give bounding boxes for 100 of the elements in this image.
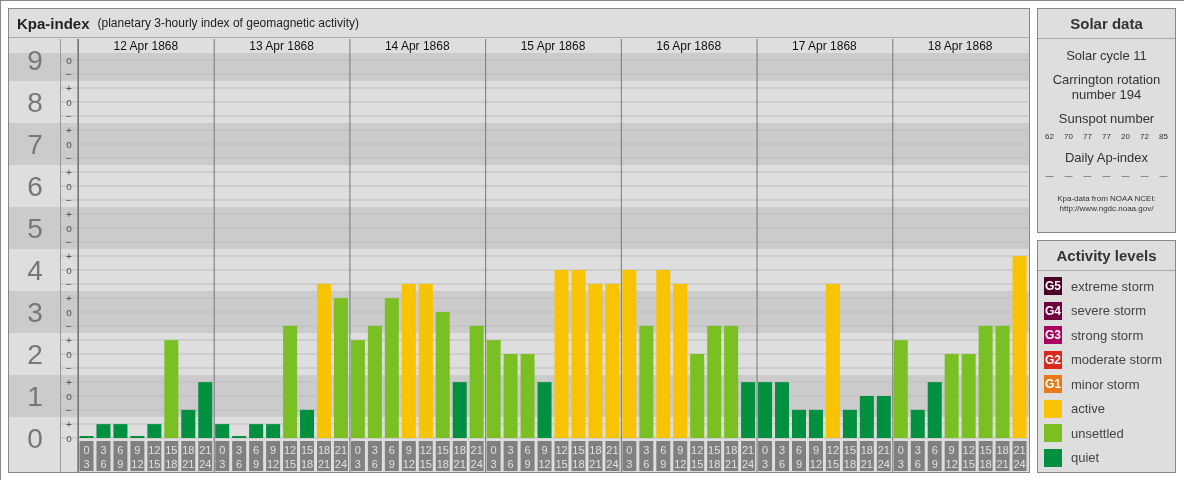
time-slot-label: 6 9 bbox=[792, 441, 806, 471]
bar bbox=[266, 424, 281, 438]
time-slot-label: 15 18 bbox=[707, 441, 722, 471]
axis-label: 6 bbox=[27, 171, 43, 202]
axis-tick-label: − bbox=[66, 404, 72, 416]
axis-tick-label: o bbox=[66, 306, 72, 318]
time-slot-label: 21 24 bbox=[876, 441, 891, 471]
bar bbox=[741, 382, 756, 438]
time-slot-label: 21 24 bbox=[333, 441, 348, 471]
axis-tick-label: + bbox=[66, 292, 72, 304]
time-slot-label: 12 15 bbox=[554, 441, 569, 471]
time-slot-label: 3 6 bbox=[367, 441, 382, 471]
ap-index-heading: Daily Ap-index bbox=[1063, 150, 1150, 165]
time-slot-label: 12 15 bbox=[825, 441, 840, 471]
time-slot-label: 9 12 bbox=[673, 441, 688, 471]
axis-tick-label: − bbox=[66, 68, 72, 80]
time-slot-label: 3 6 bbox=[639, 441, 654, 471]
bar bbox=[775, 382, 790, 438]
time-slot-label: 0 3 bbox=[215, 441, 230, 471]
time-slot-label: 6 9 bbox=[249, 441, 264, 471]
chart-subtitle: (planetary 3-hourly index of geomagnetic activity) bbox=[97, 16, 359, 30]
time-slot-label: 21 24 bbox=[1012, 441, 1027, 471]
date-label: 16 Apr 1868 bbox=[656, 39, 722, 53]
axis-label: 1 bbox=[27, 381, 43, 412]
time-slot-label: 18 21 bbox=[995, 441, 1010, 471]
axis-tick-label: + bbox=[66, 82, 72, 94]
axis-tick-label: + bbox=[66, 250, 72, 262]
date-label: 18 Apr 1868 bbox=[927, 39, 993, 53]
date-label: 17 Apr 1868 bbox=[792, 39, 857, 53]
bar bbox=[96, 424, 111, 438]
sunspot-value: 62 bbox=[1045, 132, 1054, 141]
time-slot-label: 9 12 bbox=[266, 441, 281, 471]
level-badge: G3 bbox=[1044, 326, 1062, 344]
time-slot-label: 9 12 bbox=[130, 441, 145, 471]
time-slot-label: 15 18 bbox=[435, 441, 450, 471]
time-slot-label: 0 3 bbox=[486, 441, 501, 471]
axis-tick-label: o bbox=[66, 96, 72, 108]
ap-index-value: — bbox=[1064, 171, 1073, 180]
axis-label: 3 bbox=[27, 297, 43, 328]
zero-mark bbox=[231, 436, 248, 438]
date-label: 15 Apr 1868 bbox=[520, 39, 586, 53]
axis-tick-label: o bbox=[66, 390, 72, 402]
zero-mark bbox=[78, 436, 95, 438]
time-slot-label: 18 21 bbox=[859, 441, 874, 471]
time-slot-label: 21 24 bbox=[198, 441, 213, 471]
time-slot-label: 18 21 bbox=[181, 441, 196, 471]
axis-tick-label: o bbox=[66, 348, 72, 360]
axis-tick-label: o bbox=[66, 138, 72, 150]
time-slot-label: 0 3 bbox=[758, 441, 773, 471]
sunspot-value: 85 bbox=[1159, 132, 1168, 141]
axis-tick-label: + bbox=[66, 124, 72, 136]
bar bbox=[249, 424, 264, 438]
level-badge: G5 bbox=[1044, 277, 1062, 295]
bar bbox=[113, 424, 128, 438]
level-badge: G2 bbox=[1044, 350, 1062, 369]
axis-tick-label: + bbox=[66, 208, 72, 220]
axis-label: 8 bbox=[27, 87, 43, 118]
solar-cycle: Solar cycle 11 bbox=[1065, 48, 1148, 63]
axis-label: 0 bbox=[27, 423, 43, 454]
bar bbox=[842, 409, 857, 438]
zero-mark bbox=[129, 436, 146, 438]
legend-label: quiet bbox=[1071, 450, 1100, 465]
time-slot-label: 21 24 bbox=[469, 441, 484, 471]
bar bbox=[215, 424, 230, 438]
ap-index-value: — bbox=[1140, 171, 1149, 180]
time-slot-label: 9 12 bbox=[537, 441, 552, 471]
data-source-url: http://www.ngdc.noaa.gov/ bbox=[1058, 204, 1155, 214]
time-slot-label: 3 6 bbox=[232, 441, 247, 471]
axis-tick-label: − bbox=[66, 194, 72, 206]
time-slot-label: 9 12 bbox=[944, 441, 959, 471]
legend-label: moderate storm bbox=[1071, 352, 1163, 367]
time-slot-label: 0 3 bbox=[79, 441, 94, 471]
time-slot-label: 15 18 bbox=[300, 441, 315, 471]
level-badge: G1 bbox=[1044, 375, 1062, 393]
time-slot-label: 21 24 bbox=[605, 441, 620, 471]
axis-tick-label: o bbox=[66, 180, 72, 192]
time-slot-label: 3 6 bbox=[96, 441, 111, 471]
axis-label: 5 bbox=[27, 213, 43, 244]
time-slot-label: 12 15 bbox=[961, 441, 976, 471]
axis-tick-label: + bbox=[66, 334, 72, 346]
bar bbox=[927, 382, 942, 438]
axis-label: 4 bbox=[27, 255, 43, 286]
time-slot-label: 0 3 bbox=[350, 441, 365, 471]
axis-tick-label: + bbox=[66, 418, 72, 430]
date-label: 12 Apr 1868 bbox=[113, 39, 179, 53]
time-slot-label: 21 24 bbox=[741, 441, 756, 471]
time-slot-label: 18 21 bbox=[452, 441, 467, 471]
bar bbox=[181, 409, 196, 438]
carrington-rotation: Carrington rotation number 194 bbox=[1051, 72, 1162, 102]
time-slot-label: 18 21 bbox=[724, 441, 739, 471]
ap-index-value: — bbox=[1045, 171, 1054, 180]
time-slot-label: 12 15 bbox=[690, 441, 705, 471]
sunspot-value: 77 bbox=[1083, 132, 1092, 141]
bar bbox=[859, 396, 874, 438]
time-slot-label: 18 21 bbox=[317, 441, 331, 471]
date-label: 14 Apr 1868 bbox=[384, 39, 450, 53]
sunspot-value: 70 bbox=[1064, 132, 1073, 141]
axis-tick-label: o bbox=[66, 222, 72, 234]
sunspot-value: 72 bbox=[1140, 132, 1149, 141]
legend-label: extreme storm bbox=[1071, 278, 1155, 294]
